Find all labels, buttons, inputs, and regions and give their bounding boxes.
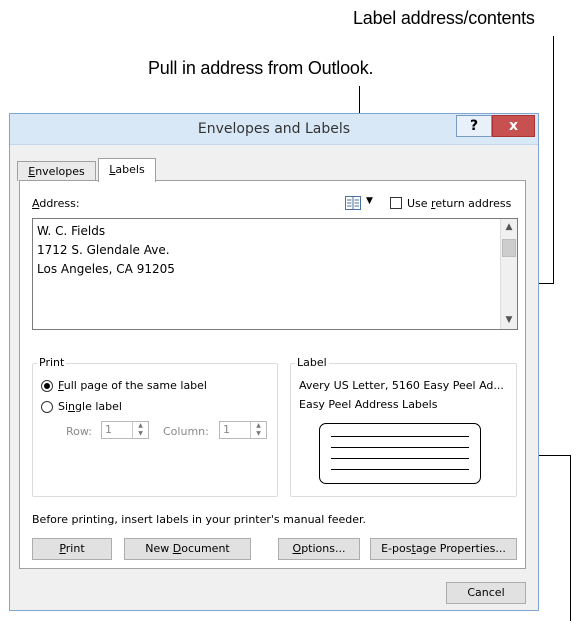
print-group-title: Print [37,356,67,369]
label-group-title: Label [295,356,329,369]
envelopes-and-labels-dialog: Envelopes and Labels ? x Envelopes Label… [9,113,539,611]
label-preview-line [331,436,469,437]
scroll-up-icon[interactable]: ▲ [501,219,517,236]
single-label-accesskey: n [68,400,76,413]
full-page-text: ull page of the same label [63,379,207,392]
full-page-label[interactable]: Full page of the same label [58,379,207,392]
use-return-address-label[interactable]: Use return address [407,197,511,210]
row-down-icon[interactable]: ▼ [133,430,148,438]
address-label: Address: [32,197,80,210]
address-scrollbar[interactable]: ▲ ▼ [500,219,517,329]
callout-label-contents: Label address/contents [353,8,535,28]
single-label-prefix: Si [58,400,69,413]
single-label-radio[interactable] [41,401,53,413]
options-button[interactable]: Options... [278,538,360,560]
full-page-radio[interactable] [41,380,53,392]
print-text: rint [65,542,85,555]
column-down-icon[interactable]: ▼ [251,430,266,438]
address-line: Los Angeles, CA 91205 [37,262,175,276]
new-document-button[interactable]: New Document [124,538,251,560]
column-value: 1 [223,423,230,436]
address-label-text: ddress: [39,197,80,210]
chevron-down-icon[interactable]: ▼ [366,196,373,206]
address-text: W. C. Fields 1712 S. Glendale Ave. Los A… [37,222,175,279]
column-stepper[interactable]: 1 ▲ ▼ [219,421,267,439]
scroll-thumb[interactable] [502,239,516,257]
label-product[interactable]: Avery US Letter, 5160 Easy Peel Ad... [299,379,504,392]
feeder-note: Before printing, insert labels in your p… [32,513,367,526]
address-book-button[interactable]: ▼ [345,195,381,211]
tab-labels-label: abels [115,163,145,176]
label-preview[interactable] [319,423,481,484]
label-preview-line [331,469,469,470]
preview-leader-vertical [570,455,571,621]
column-spin-buttons[interactable]: ▲ ▼ [250,422,266,438]
new-document-prefix: New [145,542,173,555]
tab-envelopes[interactable]: Envelopes [17,161,96,181]
new-document-rest: ocument [181,542,230,555]
label-preview-line [331,458,469,459]
print-button[interactable]: Print [32,538,112,560]
tab-envelopes-label: nvelopes [35,165,85,178]
label-description[interactable]: Easy Peel Address Labels [299,398,437,411]
column-up-icon[interactable]: ▲ [251,422,266,430]
cancel-button[interactable]: Cancel [446,582,526,604]
close-button[interactable]: x [492,115,535,137]
epostage-properties-button[interactable]: E-postage Properties... [370,538,517,560]
row-up-icon[interactable]: ▲ [133,422,148,430]
row-label: Row: [66,425,92,438]
address-textarea[interactable]: W. C. Fields 1712 S. Glendale Ave. Los A… [32,218,518,330]
single-label-rest: gle label [75,400,122,413]
scroll-down-icon[interactable]: ▼ [501,312,517,329]
options-accesskey: O [292,542,302,555]
title-bar: Envelopes and Labels ? x [10,114,538,145]
single-label-label[interactable]: Single label [58,400,122,413]
new-document-accesskey: D [172,542,182,555]
use-return-address-prefix: Use [407,197,432,210]
address-line: 1712 S. Glendale Ave. [37,243,170,257]
row-stepper[interactable]: 1 ▲ ▼ [101,421,149,439]
help-button[interactable]: ? [456,115,492,137]
row-value: 1 [105,423,112,436]
label-preview-line [331,447,469,448]
contents-leader-vertical [553,36,554,283]
use-return-address-rest: eturn address [435,197,512,210]
address-line: W. C. Fields [37,224,106,238]
row-spin-buttons[interactable]: ▲ ▼ [132,422,148,438]
epostage-rest: age Properties... [415,542,506,555]
address-book-icon [345,196,361,210]
callout-outlook: Pull in address from Outlook. [148,58,374,78]
use-return-address-checkbox[interactable] [390,197,402,209]
tab-labels[interactable]: Labels [98,158,156,182]
options-text: ptions... [301,542,346,555]
column-label: Column: [163,425,209,438]
epostage-prefix: E-pos [381,542,412,555]
